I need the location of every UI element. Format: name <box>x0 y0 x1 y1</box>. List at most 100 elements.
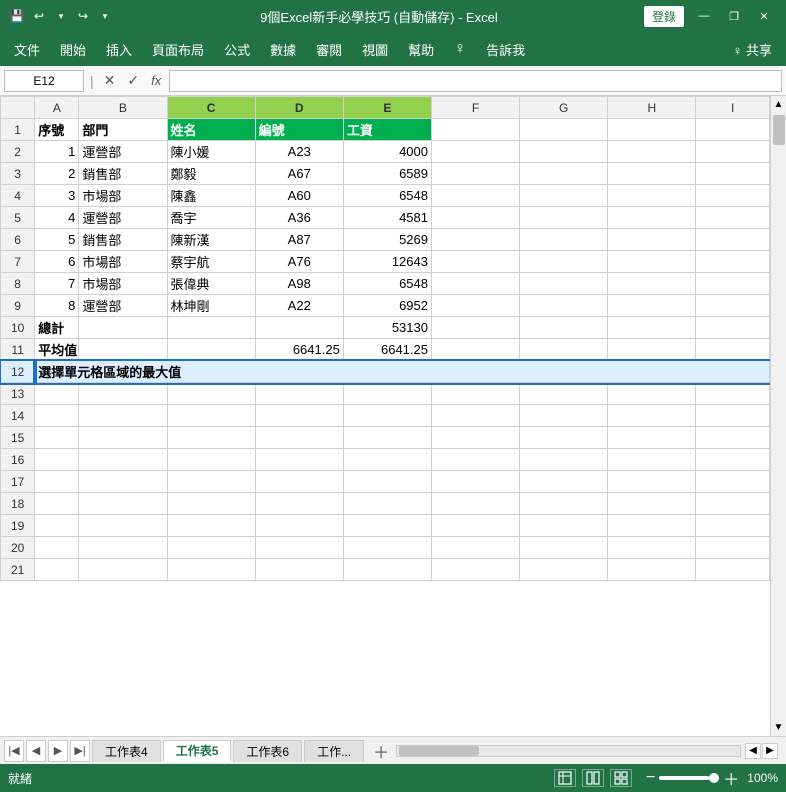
cell-a11[interactable]: 平均值 <box>35 339 79 361</box>
cell-i10[interactable] <box>696 317 770 339</box>
cell-d8[interactable]: A98 <box>255 273 343 295</box>
sheet-tab-5[interactable]: 工作表5 <box>163 740 232 762</box>
vertical-scrollbar[interactable]: ▲ ▼ <box>770 96 786 736</box>
sheet-tab-add-button[interactable]: ＋ <box>370 740 392 762</box>
menu-review[interactable]: 審閱 <box>306 36 352 63</box>
cell-i11[interactable] <box>696 339 770 361</box>
cell-i13[interactable] <box>696 383 770 405</box>
cell-d3[interactable]: A67 <box>255 163 343 185</box>
cell-f7[interactable] <box>431 251 519 273</box>
cell-f9[interactable] <box>431 295 519 317</box>
cell-f8[interactable] <box>431 273 519 295</box>
cell-a2[interactable]: 1 <box>35 141 79 163</box>
cell-d4[interactable]: A60 <box>255 185 343 207</box>
cell-h11[interactable] <box>608 339 696 361</box>
cell-i7[interactable] <box>696 251 770 273</box>
menu-file[interactable]: 文件 <box>4 36 50 63</box>
cell-f10[interactable] <box>431 317 519 339</box>
cell-a6[interactable]: 5 <box>35 229 79 251</box>
cell-a5[interactable]: 4 <box>35 207 79 229</box>
cell-i2[interactable] <box>696 141 770 163</box>
h-scroll-right[interactable]: ▶ <box>762 743 778 759</box>
cell-g7[interactable] <box>520 251 608 273</box>
menu-home[interactable]: 開始 <box>50 36 96 63</box>
cell-f5[interactable] <box>431 207 519 229</box>
cell-h13[interactable] <box>608 383 696 405</box>
col-header-f[interactable]: F <box>431 97 519 119</box>
undo-dropdown-icon[interactable]: ▾ <box>52 7 70 25</box>
cell-h5[interactable] <box>608 207 696 229</box>
cell-i6[interactable] <box>696 229 770 251</box>
cell-d13[interactable] <box>255 383 343 405</box>
cell-e1[interactable]: 工資 <box>343 119 431 141</box>
cell-a12[interactable]: 選擇單元格區域的最大值 <box>35 361 770 383</box>
page-break-view-button[interactable] <box>610 769 632 787</box>
cell-e5[interactable]: 4581 <box>343 207 431 229</box>
cell-e4[interactable]: 6548 <box>343 185 431 207</box>
cell-c5[interactable]: 喬宇 <box>167 207 255 229</box>
cell-b7[interactable]: 市場部 <box>79 251 167 273</box>
cell-f13[interactable] <box>431 383 519 405</box>
cell-g13[interactable] <box>520 383 608 405</box>
cell-f2[interactable] <box>431 141 519 163</box>
cell-h3[interactable] <box>608 163 696 185</box>
cell-i3[interactable] <box>696 163 770 185</box>
cell-b9[interactable]: 運營部 <box>79 295 167 317</box>
cell-f4[interactable] <box>431 185 519 207</box>
undo-icon[interactable]: ↩ <box>30 7 48 25</box>
cell-d2[interactable]: A23 <box>255 141 343 163</box>
cell-e10[interactable]: 53130 <box>343 317 431 339</box>
cell-a7[interactable]: 6 <box>35 251 79 273</box>
cell-g1[interactable] <box>520 119 608 141</box>
sheet-tab-6[interactable]: 工作表6 <box>233 740 302 762</box>
cell-d10[interactable] <box>255 317 343 339</box>
more-icon[interactable]: ▾ <box>96 7 114 25</box>
menu-help[interactable]: 幫助 <box>398 36 444 63</box>
cell-e13[interactable] <box>343 383 431 405</box>
cell-a9[interactable]: 8 <box>35 295 79 317</box>
cell-g5[interactable] <box>520 207 608 229</box>
zoom-out-button[interactable]: − <box>646 769 655 787</box>
menu-page-layout[interactable]: 頁面布局 <box>142 36 214 63</box>
cell-i5[interactable] <box>696 207 770 229</box>
cell-g9[interactable] <box>520 295 608 317</box>
cell-f1[interactable] <box>431 119 519 141</box>
cell-h4[interactable] <box>608 185 696 207</box>
cell-e8[interactable]: 6548 <box>343 273 431 295</box>
cell-a3[interactable]: 2 <box>35 163 79 185</box>
cell-c13[interactable] <box>167 383 255 405</box>
menu-light-icon[interactable]: ♀ <box>444 36 476 62</box>
cell-e11[interactable]: 6641.25 <box>343 339 431 361</box>
cell-a13[interactable] <box>35 383 79 405</box>
menu-data[interactable]: 數據 <box>260 36 306 63</box>
cell-g2[interactable] <box>520 141 608 163</box>
horizontal-scroll-thumb[interactable] <box>399 746 479 756</box>
cell-h2[interactable] <box>608 141 696 163</box>
cell-c7[interactable]: 蔡宇航 <box>167 251 255 273</box>
save-icon[interactable]: 💾 <box>8 7 26 25</box>
cell-i9[interactable] <box>696 295 770 317</box>
col-header-i[interactable]: I <box>696 97 770 119</box>
horizontal-scrollbar[interactable] <box>396 745 741 757</box>
menu-insert[interactable]: 插入 <box>96 36 142 63</box>
close-button[interactable]: ✕ <box>750 2 778 30</box>
cell-b11[interactable] <box>79 339 167 361</box>
col-header-g[interactable]: G <box>520 97 608 119</box>
cell-a1[interactable]: 序號 <box>35 119 79 141</box>
cell-e6[interactable]: 5269 <box>343 229 431 251</box>
col-header-b[interactable]: B <box>79 97 167 119</box>
cell-d1[interactable]: 編號 <box>255 119 343 141</box>
cell-g6[interactable] <box>520 229 608 251</box>
col-header-a[interactable]: A <box>35 97 79 119</box>
cell-b3[interactable]: 銷售部 <box>79 163 167 185</box>
col-header-h[interactable]: H <box>608 97 696 119</box>
cell-f3[interactable] <box>431 163 519 185</box>
cell-c3[interactable]: 鄭毅 <box>167 163 255 185</box>
cell-c11[interactable] <box>167 339 255 361</box>
menu-share[interactable]: ♀ 共享 <box>723 36 782 63</box>
formula-input[interactable] <box>169 70 782 92</box>
cell-h1[interactable] <box>608 119 696 141</box>
sheet-nav-next[interactable]: ▶ <box>48 740 68 762</box>
sheet-tab-4[interactable]: 工作表4 <box>92 740 161 762</box>
cell-h10[interactable] <box>608 317 696 339</box>
